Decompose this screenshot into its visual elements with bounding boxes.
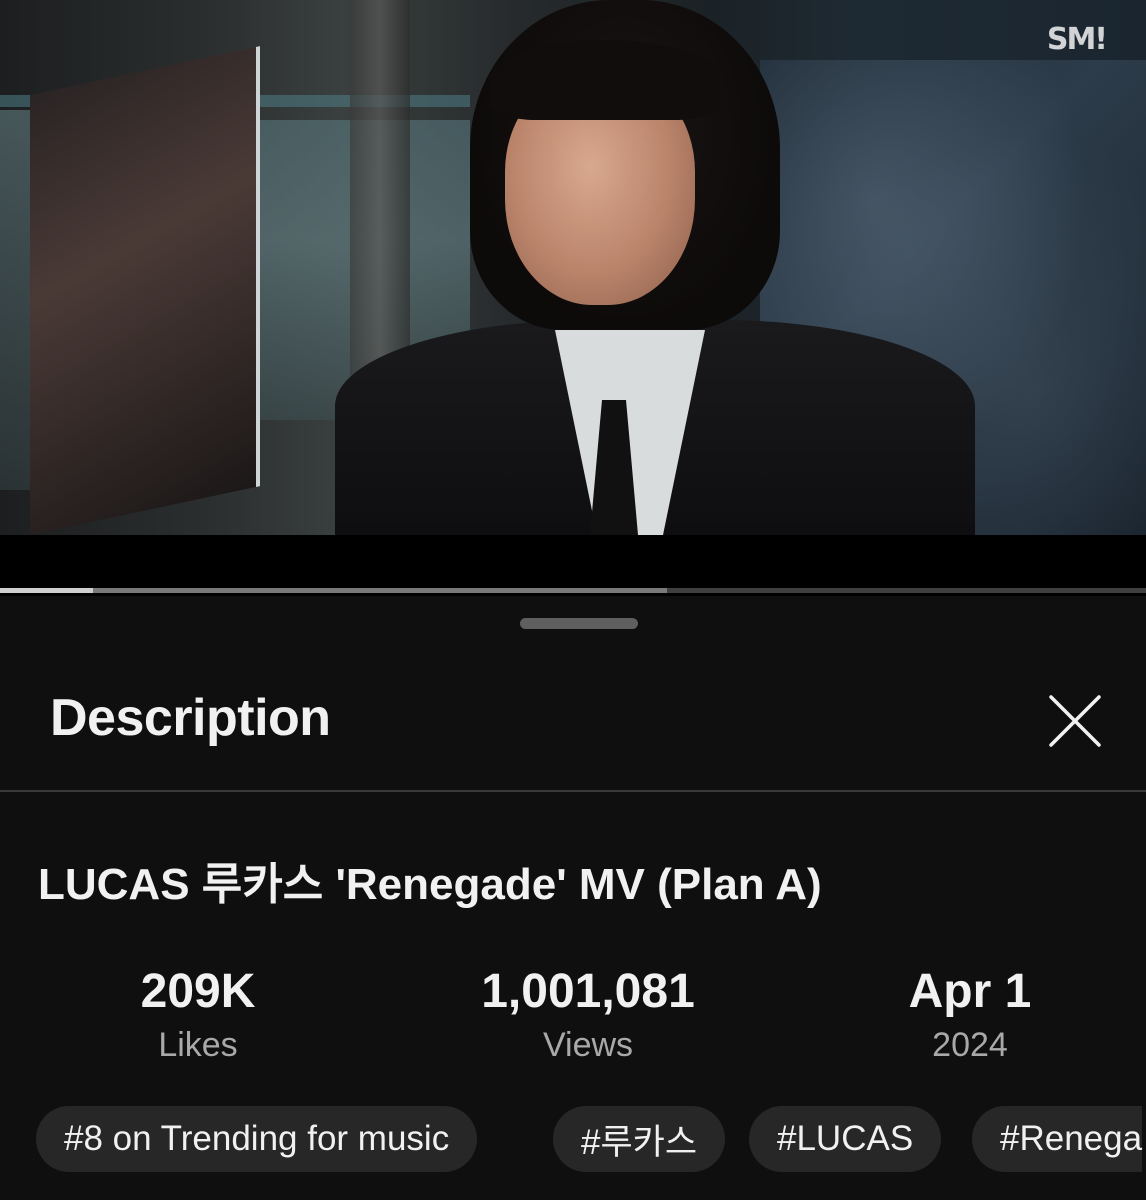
- close-button[interactable]: [1040, 686, 1110, 756]
- close-icon: [1049, 695, 1101, 747]
- stat-likes: 209K Likes: [18, 964, 378, 1066]
- video-player[interactable]: SM!: [0, 0, 1146, 535]
- upload-date: Apr 1: [908, 965, 1032, 1018]
- video-frame-poster: [30, 46, 260, 535]
- stat-views: 1,001,081 Views: [408, 964, 768, 1066]
- channel-watermark-logo: SM!: [1046, 22, 1108, 57]
- video-progress-bar[interactable]: [0, 588, 1146, 593]
- likes-count: 209K: [140, 965, 256, 1018]
- sheet-divider: [0, 790, 1146, 792]
- chip-hashtag-lucas[interactable]: #LUCAS: [749, 1106, 942, 1172]
- description-sheet: Description LUCAS 루카스 'Renegade' MV (Pla…: [0, 596, 1146, 1200]
- chip-hashtag-lucas-korean[interactable]: #루카스: [553, 1106, 726, 1172]
- upload-year: 2024: [932, 1026, 1008, 1064]
- stat-date: Apr 1 2024: [790, 964, 1146, 1066]
- sheet-drag-handle[interactable]: [520, 618, 638, 629]
- video-title: LUCAS 루카스 'Renegade' MV (Plan A): [38, 860, 822, 909]
- views-count: 1,001,081: [481, 965, 695, 1018]
- sheet-title: Description: [50, 689, 331, 747]
- chip-hashtag-renegade[interactable]: #Renega: [972, 1106, 1143, 1172]
- progress-played: [0, 588, 93, 593]
- chip-trending[interactable]: #8 on Trending for music: [36, 1106, 478, 1172]
- video-frame-bangs: [490, 40, 720, 120]
- views-label: Views: [542, 1026, 634, 1064]
- likes-label: Likes: [158, 1026, 238, 1064]
- progress-buffered: [0, 588, 667, 593]
